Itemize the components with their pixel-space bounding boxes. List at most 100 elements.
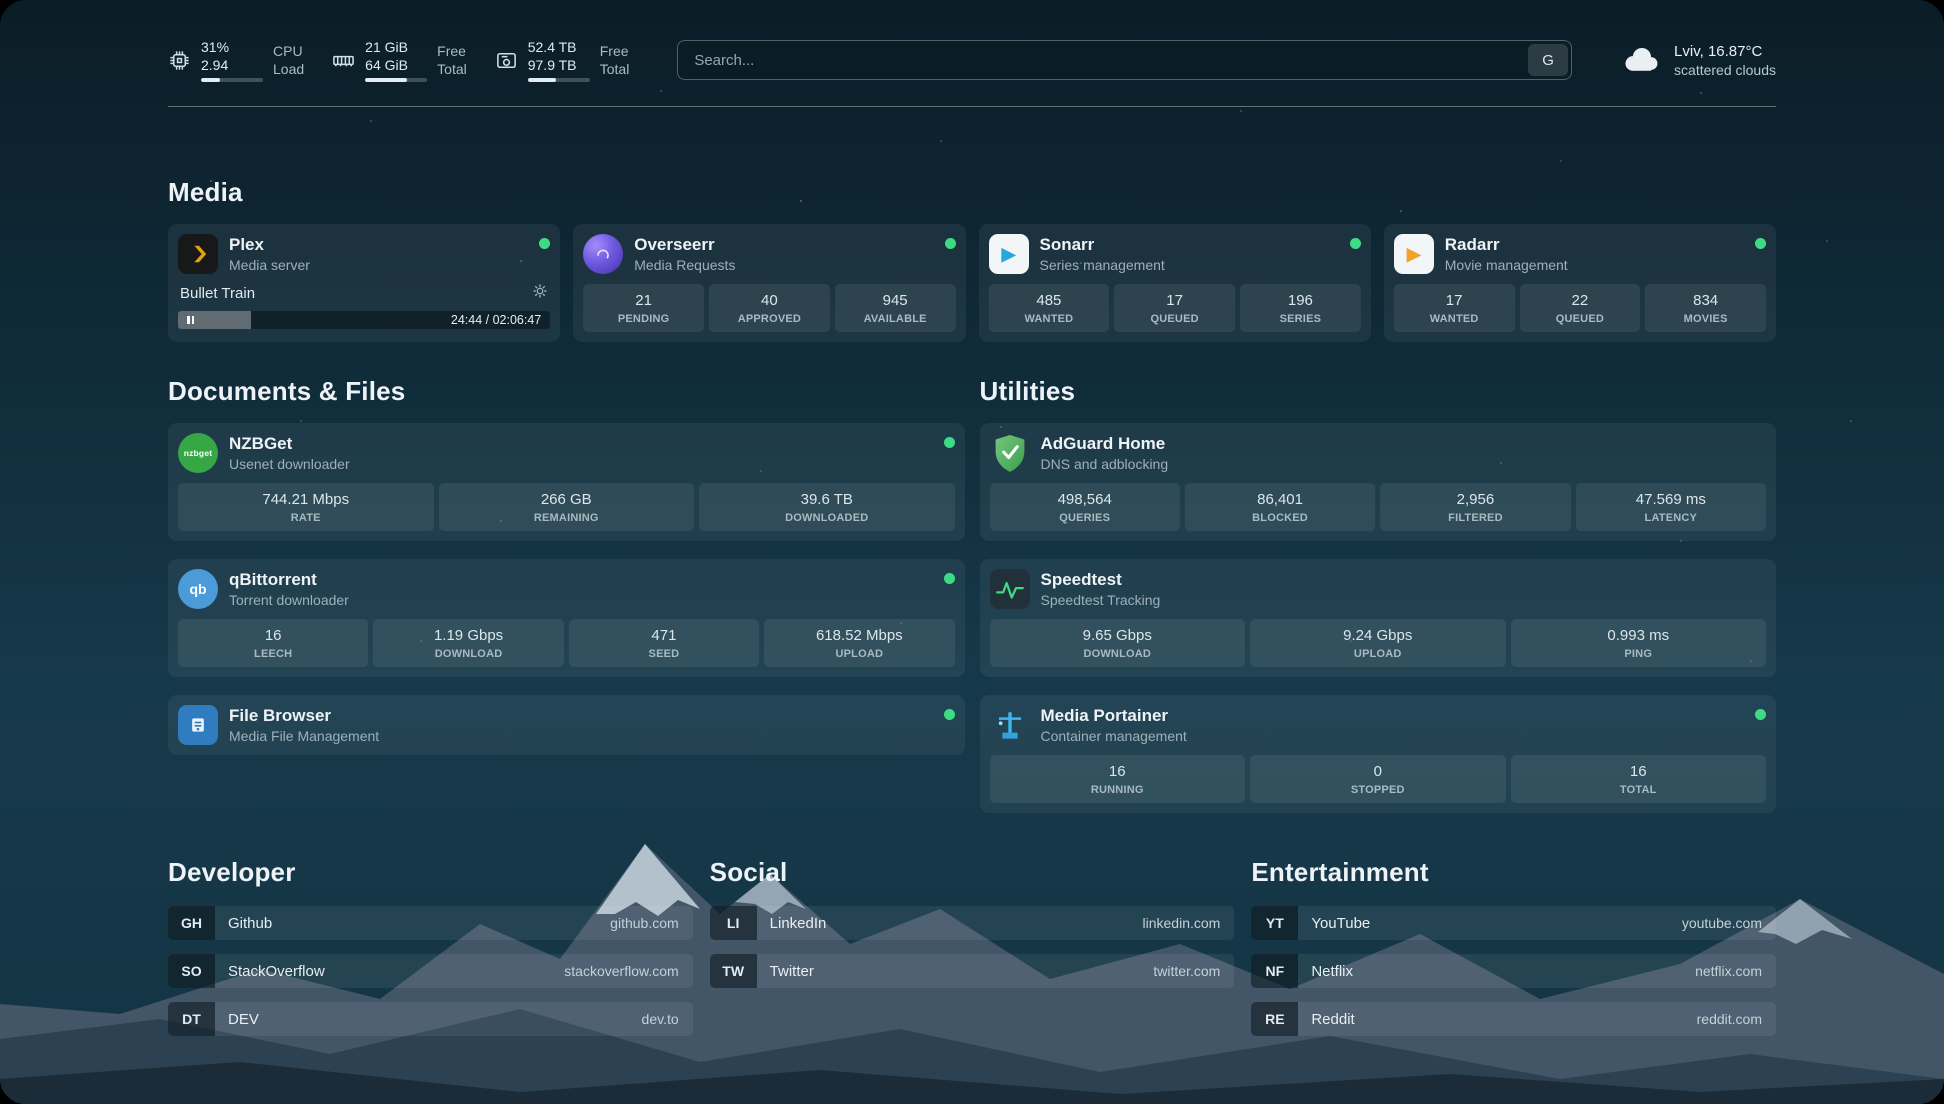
bookmark-abbr: GH [168, 906, 215, 940]
service-description: Usenet downloader [229, 456, 933, 472]
settings-gear-icon[interactable] [532, 283, 548, 303]
stat-upload: 9.24 Gbps UPLOAD [1250, 619, 1506, 667]
search-bar: G [677, 40, 1572, 80]
disk-total-label: Total [600, 60, 630, 78]
bookmark-netflix[interactable]: NF Netflix netflix.com [1251, 954, 1776, 988]
bookmark-url: dev.to [642, 1011, 693, 1027]
cloud-icon [1620, 43, 1662, 78]
bookmark-reddit[interactable]: RE Reddit reddit.com [1251, 1002, 1776, 1036]
service-card-qbittorrent[interactable]: qb qBittorrent Torrent downloader 16 [168, 559, 965, 677]
pause-icon[interactable] [178, 316, 194, 324]
dashboard-screen: 31% 2.94 CPU Load [0, 0, 1944, 1104]
service-description: Torrent downloader [229, 592, 933, 608]
stat-wanted: 17 WANTED [1394, 284, 1515, 332]
stat-leech: 16 LEECH [178, 619, 368, 667]
stat-pending: 21 PENDING [583, 284, 704, 332]
service-name: NZBGet [229, 434, 933, 454]
service-name: Speedtest [1041, 570, 1767, 590]
stat-ping: 0.993 ms PING [1511, 619, 1767, 667]
disk-values: 52.4 TB 97.9 TB [528, 38, 590, 82]
service-name: Media Portainer [1041, 706, 1745, 726]
header-divider [168, 106, 1776, 107]
service-description: Speedtest Tracking [1041, 592, 1767, 608]
section-title-developer: Developer [168, 857, 693, 888]
service-card-filebrowser[interactable]: File Browser Media File Management [168, 695, 965, 755]
bookmark-url: github.com [610, 915, 692, 931]
speedtest-icon [990, 569, 1030, 609]
plex-icon [178, 234, 218, 274]
stat-download: 9.65 Gbps DOWNLOAD [990, 619, 1246, 667]
stat-approved: 40 APPROVED [709, 284, 830, 332]
memory-icon [332, 49, 355, 72]
radarr-icon: ▶ [1394, 234, 1434, 274]
search-provider-button[interactable]: G [1528, 44, 1568, 76]
bookmark-group-developer: Developer GH Github github.com SO StackO… [168, 857, 693, 1050]
service-card-speedtest[interactable]: Speedtest Speedtest Tracking 9.65 Gbps D… [980, 559, 1777, 677]
section-title-media: Media [168, 177, 1776, 208]
service-card-overseerr[interactable]: Overseerr Media Requests 21 PENDING 40 A… [573, 224, 965, 342]
cpu-values: 31% 2.94 [201, 38, 263, 82]
section-title-utilities: Utilities [980, 376, 1777, 407]
bookmark-twitter[interactable]: TW Twitter twitter.com [710, 954, 1235, 988]
bookmark-abbr: NF [1251, 954, 1298, 988]
bookmark-group-social: Social LI LinkedIn linkedin.com TW Twitt… [710, 857, 1235, 1050]
bookmark-url: linkedin.com [1143, 915, 1235, 931]
plex-progress-bar[interactable]: 24:44 / 02:06:47 [178, 311, 550, 329]
resource-widgets: 31% 2.94 CPU Load [168, 38, 629, 82]
service-card-sonarr[interactable]: ▶ Sonarr Series management 485 WANTED [979, 224, 1371, 342]
bookmark-stackoverflow[interactable]: SO StackOverflow stackoverflow.com [168, 954, 693, 988]
service-description: Media Requests [634, 257, 933, 273]
bookmark-name: Reddit [1298, 1011, 1696, 1028]
service-name: Sonarr [1040, 235, 1339, 255]
stat-blocked: 86,401 BLOCKED [1185, 483, 1375, 531]
service-description: Container management [1041, 728, 1745, 744]
stat-upload: 618.52 Mbps UPLOAD [764, 619, 954, 667]
stat-queued: 17 QUEUED [1114, 284, 1235, 332]
memory-values: 21 GiB 64 GiB [365, 38, 427, 82]
cpu-widget: 31% 2.94 CPU Load [168, 38, 304, 82]
service-description: Media server [229, 257, 528, 273]
service-card-radarr[interactable]: ▶ Radarr Movie management 17 WANTED [1384, 224, 1776, 342]
plex-playback-time: 24:44 / 02:06:47 [451, 313, 541, 327]
bookmark-linkedin[interactable]: LI LinkedIn linkedin.com [710, 906, 1235, 940]
search-input[interactable] [678, 41, 1525, 79]
service-card-nzbget[interactable]: nzbget NZBGet Usenet downloader 744.21 M… [168, 423, 965, 541]
portainer-icon [990, 705, 1030, 745]
bookmark-name: StackOverflow [215, 963, 564, 980]
service-name: Overseerr [634, 235, 933, 255]
bookmark-github[interactable]: GH Github github.com [168, 906, 693, 940]
disk-labels: Free Total [600, 42, 630, 78]
service-description: Movie management [1445, 257, 1744, 273]
weather-widget: Lviv, 16.87°C scattered clouds [1620, 43, 1776, 78]
stat-queries: 498,564 QUERIES [990, 483, 1180, 531]
memory-progress-bar [365, 78, 427, 82]
bookmark-group-entertainment: Entertainment YT YouTube youtube.com NF … [1251, 857, 1776, 1050]
bookmark-dev[interactable]: DT DEV dev.to [168, 1002, 693, 1036]
bookmark-youtube[interactable]: YT YouTube youtube.com [1251, 906, 1776, 940]
bookmark-name: Netflix [1298, 963, 1695, 980]
memory-free-label: Free [437, 42, 467, 60]
weather-condition: scattered clouds [1674, 62, 1776, 78]
bookmark-name: YouTube [1298, 915, 1682, 932]
service-name: Radarr [1445, 235, 1744, 255]
service-card-portainer[interactable]: Media Portainer Container management 16 … [980, 695, 1777, 813]
stat-series: 196 SERIES [1240, 284, 1361, 332]
nzbget-icon: nzbget [178, 433, 218, 473]
bookmark-abbr: LI [710, 906, 757, 940]
stat-seed: 471 SEED [569, 619, 759, 667]
status-dot [1755, 238, 1766, 249]
status-dot [945, 238, 956, 249]
service-name: qBittorrent [229, 570, 933, 590]
stat-downloaded: 39.6 TB DOWNLOADED [699, 483, 955, 531]
stat-wanted: 485 WANTED [989, 284, 1110, 332]
service-card-adguard[interactable]: AdGuard Home DNS and adblocking 498,564 … [980, 423, 1777, 541]
disk-total-value: 97.9 TB [528, 56, 590, 74]
cpu-progress-bar [201, 78, 263, 82]
service-card-plex[interactable]: Plex Media server Bullet Train [168, 224, 560, 342]
stat-filtered: 2,956 FILTERED [1380, 483, 1570, 531]
disk-free-value: 52.4 TB [528, 38, 590, 56]
section-title-entertainment: Entertainment [1251, 857, 1776, 888]
bookmark-url: netflix.com [1695, 963, 1776, 979]
bookmark-name: DEV [215, 1011, 642, 1028]
cpu-label: CPU [273, 42, 304, 60]
